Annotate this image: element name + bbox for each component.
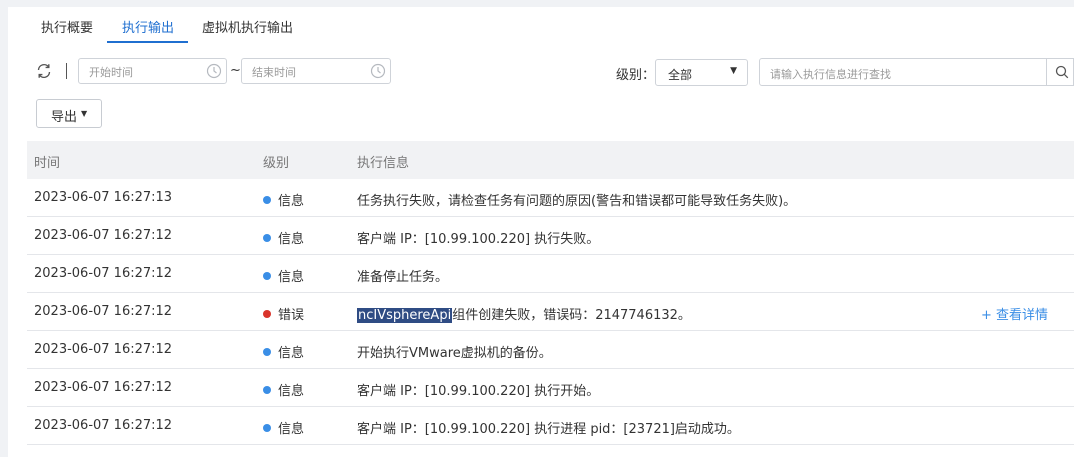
- column-header-level: 级别: [263, 156, 290, 171]
- tab-vm-execution-output[interactable]: 虚拟机执行输出: [202, 17, 293, 36]
- row-message: 客户端 IP：[10.99.100.220] 执行失败。: [357, 228, 599, 247]
- row-message-text: 任务执行失败，请检查任务有问题的原因(警告和错误都可能导致任务失败)。: [357, 194, 797, 209]
- row-message-text: 准备停止任务。: [357, 270, 449, 285]
- start-time-field[interactable]: [78, 58, 227, 84]
- row-level: 信息: [263, 380, 304, 399]
- info-dot-icon: [263, 272, 271, 280]
- table-row: 2023-06-07 16:27:12 信息 准备停止任务。: [27, 255, 1074, 293]
- row-level-text: 信息: [278, 346, 305, 361]
- table-row: 2023-06-07 16:27:12 信息 客户端 IP：[10.99.100.2…: [27, 217, 1074, 255]
- row-message: 客户端 IP：[10.99.100.220] 执行进程 pid：[23721]启…: [357, 418, 740, 437]
- refresh-icon[interactable]: [35, 62, 53, 80]
- row-level-text: 信息: [278, 194, 305, 209]
- range-separator: ~: [230, 63, 241, 78]
- tab-execution-summary[interactable]: 执行概要: [41, 17, 93, 36]
- row-message: 任务执行失败，请检查任务有问题的原因(警告和错误都可能导致任务失败)。: [357, 190, 796, 209]
- row-level-text: 信息: [278, 232, 305, 247]
- export-button-label: 导出: [51, 110, 78, 125]
- row-message-text: 客户端 IP：[10.99.100.220] 执行失败。: [357, 232, 600, 247]
- row-level-text: 信息: [278, 422, 305, 437]
- search-button[interactable]: [1046, 58, 1074, 86]
- column-header-message: 执行信息: [357, 156, 410, 171]
- column-header-time: 时间: [34, 156, 61, 171]
- row-time: 2023-06-07 16:27:12: [34, 380, 173, 395]
- table-row: 2023-06-07 16:27:12 错误 ncIVsphereApi组件创建失败…: [27, 293, 1074, 331]
- row-level: 信息: [263, 228, 304, 247]
- tab-execution-output[interactable]: 执行输出: [122, 17, 174, 36]
- row-level-text: 信息: [278, 270, 305, 285]
- start-time-input[interactable]: [87, 63, 201, 81]
- tab-bar: 执行概要 执行输出 虚拟机执行输出: [8, 7, 1074, 43]
- row-time: 2023-06-07 16:27:12: [34, 304, 173, 319]
- row-message: 客户端 IP：[10.99.100.220] 执行开始。: [357, 380, 599, 399]
- level-filter-select[interactable]: 全部 ▼: [655, 59, 748, 86]
- row-level: 信息: [263, 418, 304, 437]
- clock-icon: [370, 63, 386, 79]
- table-row: 2023-06-07 16:27:12 信息 开始执行VMware虚拟机的备份。: [27, 331, 1074, 369]
- info-dot-icon: [263, 196, 271, 204]
- row-level: 错误: [263, 304, 304, 323]
- row-message: ncIVsphereApi组件创建失败，错误码：2147746132。: [357, 304, 691, 323]
- row-level: 信息: [263, 342, 304, 361]
- table-body: 2023-06-07 16:27:13 信息 任务执行失败，请检查任务有问题的原因(…: [27, 179, 1074, 445]
- row-time: 2023-06-07 16:27:12: [34, 418, 173, 433]
- row-level-text: 信息: [278, 384, 305, 399]
- clock-icon: [206, 63, 222, 79]
- row-level: 信息: [263, 190, 304, 209]
- active-tab-indicator: [107, 41, 188, 43]
- search-field[interactable]: [759, 58, 1074, 86]
- end-time-field[interactable]: [241, 58, 391, 84]
- table-row: 2023-06-07 16:27:13 信息 任务执行失败，请检查任务有问题的原因(…: [27, 179, 1074, 217]
- info-dot-icon: [263, 424, 271, 432]
- table-header: 时间 级别 执行信息: [27, 141, 1074, 179]
- row-time: 2023-06-07 16:27:12: [34, 342, 173, 357]
- info-dot-icon: [263, 348, 271, 356]
- table-row: 2023-06-07 16:27:12 信息 客户端 IP：[10.99.100.2…: [27, 369, 1074, 407]
- row-time: 2023-06-07 16:27:13: [34, 190, 173, 205]
- level-filter-label: 级别：: [616, 68, 656, 83]
- row-level: 信息: [263, 266, 304, 285]
- end-time-input[interactable]: [250, 63, 364, 81]
- row-message: 准备停止任务。: [357, 266, 448, 285]
- row-message-text: 开始执行VMware虚拟机的备份。: [357, 346, 552, 361]
- search-input[interactable]: [768, 65, 1042, 83]
- highlighted-text: ncIVsphereApi: [357, 308, 453, 323]
- row-time: 2023-06-07 16:27:12: [34, 228, 173, 243]
- level-filter-value: 全部: [668, 68, 693, 82]
- view-details-link[interactable]: + 查看详情: [981, 304, 1048, 323]
- export-button[interactable]: 导出 ▼: [36, 99, 102, 128]
- execution-panel: 执行概要 执行输出 虚拟机执行输出 ~ 级别： 全部 ▼: [8, 7, 1074, 457]
- row-message: 开始执行VMware虚拟机的备份。: [357, 342, 552, 361]
- row-time: 2023-06-07 16:27:12: [34, 266, 173, 281]
- log-table: 时间 级别 执行信息 2023-06-07 16:27:13 信息 任务执行失败，请…: [27, 141, 1074, 445]
- row-message-text: 组件创建失败，错误码：2147746132。: [452, 308, 691, 323]
- error-dot-icon: [263, 310, 271, 318]
- info-dot-icon: [263, 386, 271, 394]
- info-dot-icon: [263, 234, 271, 242]
- row-level-text: 错误: [278, 308, 305, 323]
- caret-down-icon: ▼: [81, 109, 88, 118]
- table-row: 2023-06-07 16:27:12 信息 客户端 IP：[10.99.100.2…: [27, 407, 1074, 445]
- toolbar-divider: [66, 63, 67, 79]
- row-message-text: 客户端 IP：[10.99.100.220] 执行开始。: [357, 384, 600, 399]
- caret-down-icon: ▼: [730, 66, 737, 76]
- row-message-text: 客户端 IP：[10.99.100.220] 执行进程 pid：[23721]启…: [357, 422, 740, 437]
- search-icon: [1055, 65, 1069, 79]
